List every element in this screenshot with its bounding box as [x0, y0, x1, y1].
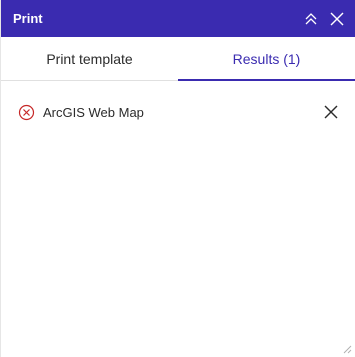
- collapse-button[interactable]: [303, 11, 319, 27]
- error-circle-x-icon: [18, 104, 35, 121]
- close-icon: [330, 12, 344, 25]
- chevrons-up-icon: [305, 12, 317, 24]
- list-item[interactable]: ArcGIS Web Map: [1, 100, 355, 124]
- tab-label: Print template: [46, 50, 133, 67]
- tab-results[interactable]: Results (1): [178, 37, 355, 81]
- tab-label: Results (1): [232, 50, 301, 67]
- results-list: ArcGIS Web Map: [1, 81, 355, 124]
- result-label[interactable]: ArcGIS Web Map: [43, 105, 322, 120]
- resize-grip-icon[interactable]: [342, 344, 352, 354]
- tab-print-template[interactable]: Print template: [1, 37, 178, 80]
- close-icon: [324, 105, 338, 119]
- panel-title: Print: [13, 11, 43, 26]
- header-actions: [303, 11, 345, 27]
- tab-bar: Print template Results (1): [1, 37, 355, 81]
- panel-header: Print: [1, 0, 355, 37]
- remove-result-button[interactable]: [322, 103, 340, 121]
- print-panel: Print Print template Results (1) ArcGIS …: [0, 0, 355, 357]
- close-button[interactable]: [329, 11, 345, 27]
